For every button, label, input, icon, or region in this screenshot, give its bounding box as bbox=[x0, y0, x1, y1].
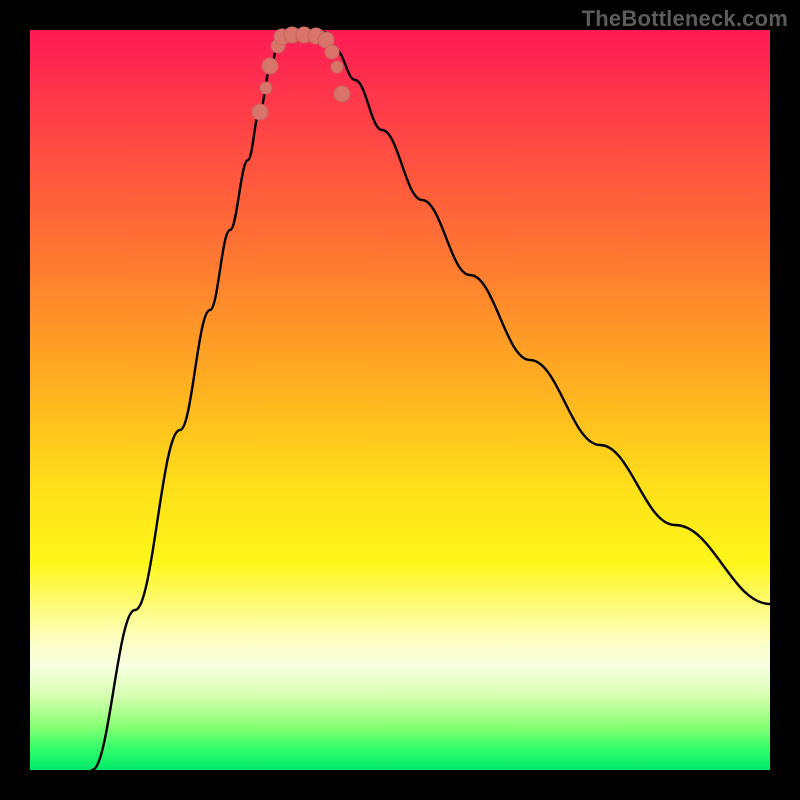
marker-dot bbox=[260, 82, 272, 94]
marker-dot bbox=[252, 104, 268, 120]
watermark-text: TheBottleneck.com bbox=[582, 6, 788, 32]
marker-dot bbox=[262, 58, 278, 74]
curve-svg bbox=[30, 30, 770, 770]
left-branch-curve bbox=[92, 32, 285, 770]
bottom-marker-cluster bbox=[252, 27, 350, 120]
chart-frame: TheBottleneck.com bbox=[0, 0, 800, 800]
marker-dot bbox=[331, 61, 343, 73]
marker-dot bbox=[325, 45, 339, 59]
gradient-plot-area bbox=[30, 30, 770, 770]
right-branch-curve bbox=[325, 32, 770, 604]
marker-dot bbox=[334, 86, 350, 102]
